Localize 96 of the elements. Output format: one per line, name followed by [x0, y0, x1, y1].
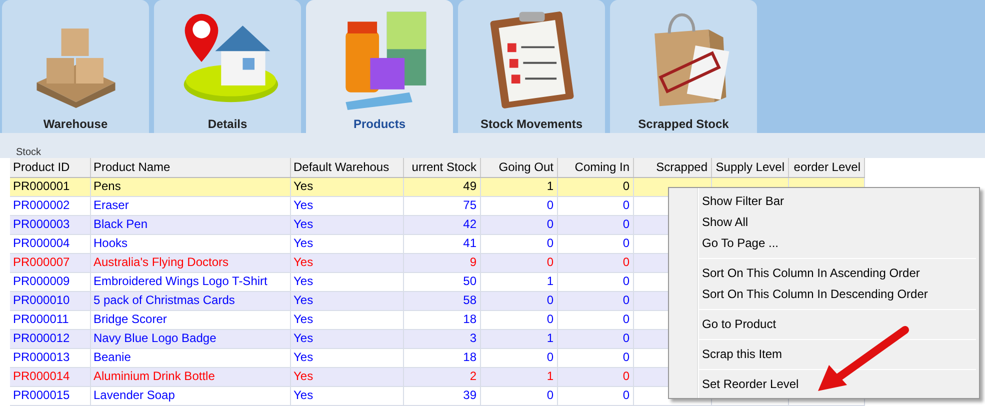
table-cell: 0 [557, 234, 633, 253]
tab[interactable]: Details [154, 0, 301, 133]
table-cell: 18 [403, 348, 480, 367]
table-cell: 0 [557, 253, 633, 272]
table-cell: 49 [403, 177, 480, 196]
column-header[interactable]: urrent Stock [403, 158, 480, 177]
table-cell: 58 [403, 291, 480, 310]
tab[interactable]: Stock Movements [458, 0, 605, 133]
table-cell: 1 [480, 272, 557, 291]
table-cell: Yes [290, 234, 403, 253]
table-cell: Hooks [90, 234, 290, 253]
table-cell: 2 [403, 367, 480, 386]
table-cell: 0 [557, 329, 633, 348]
table-cell: Australia's Flying Doctors [90, 253, 290, 272]
table-cell: PR000010 [10, 291, 90, 310]
column-header[interactable]: Product ID [10, 158, 90, 177]
menu-item[interactable]: Go To Page ... [669, 233, 778, 254]
table-cell: 0 [480, 348, 557, 367]
table-cell: PR000013 [10, 348, 90, 367]
table-cell: 1 [480, 177, 557, 196]
menu-item[interactable]: Go to Product [669, 314, 776, 335]
tab[interactable]: Products [306, 0, 453, 133]
table-cell: PR000015 [10, 386, 90, 405]
table-cell: Yes [290, 348, 403, 367]
table-cell: PR000014 [10, 367, 90, 386]
table-cell: Black Pen [90, 215, 290, 234]
table-cell: 3 [403, 329, 480, 348]
table-cell: Yes [290, 310, 403, 329]
table-cell: 0 [557, 310, 633, 329]
table-cell: 0 [557, 272, 633, 291]
table-cell: Yes [290, 291, 403, 310]
table-cell: Aluminium Drink Bottle [90, 367, 290, 386]
table-cell: PR000011 [10, 310, 90, 329]
column-header[interactable]: Scrapped [633, 158, 711, 177]
column-header[interactable]: Default Warehous [290, 158, 403, 177]
menu-item[interactable]: Set Reorder Level [669, 374, 799, 395]
table-cell: PR000002 [10, 196, 90, 215]
arrow-icon [815, 325, 910, 393]
table-cell: Yes [290, 329, 403, 348]
table-cell: PR000009 [10, 272, 90, 291]
menu-item[interactable]: Sort On This Column In Descending Order [669, 284, 928, 305]
table-cell: PR000004 [10, 234, 90, 253]
table-cell: 0 [557, 196, 633, 215]
table-cell: 41 [403, 234, 480, 253]
menu-item[interactable]: Sort On This Column In Ascending Order [669, 263, 920, 284]
table-cell: 0 [480, 386, 557, 405]
table-cell: Lavender Soap [90, 386, 290, 405]
table-cell: Yes [290, 272, 403, 291]
table-cell: 0 [480, 291, 557, 310]
table-cell: Yes [290, 253, 403, 272]
table-cell: 0 [480, 234, 557, 253]
menu-item[interactable]: Show All [669, 212, 748, 233]
table-cell: Pens [90, 177, 290, 196]
table-cell: Beanie [90, 348, 290, 367]
tab[interactable]: Scrapped Stock [610, 0, 757, 133]
table-cell: 0 [557, 386, 633, 405]
column-header[interactable]: Product Name [90, 158, 290, 177]
table-cell: 0 [480, 196, 557, 215]
table-cell: 0 [480, 253, 557, 272]
column-header[interactable]: Going Out [480, 158, 557, 177]
menu-item[interactable]: Show Filter Bar [669, 191, 784, 212]
table-cell: 18 [403, 310, 480, 329]
table-cell: Navy Blue Logo Badge [90, 329, 290, 348]
table-cell: Yes [290, 177, 403, 196]
table-cell: 5 pack of Christmas Cards [90, 291, 290, 310]
table-cell: Embroidered Wings Logo T-Shirt [90, 272, 290, 291]
table-cell: 50 [403, 272, 480, 291]
table-cell: 0 [557, 348, 633, 367]
table-cell: 39 [403, 386, 480, 405]
table-cell: PR000012 [10, 329, 90, 348]
table-cell: 1 [480, 367, 557, 386]
table-cell: 0 [557, 291, 633, 310]
table-cell: PR000007 [10, 253, 90, 272]
table-cell: 0 [557, 177, 633, 196]
table-cell: Yes [290, 215, 403, 234]
table-cell: PR000003 [10, 215, 90, 234]
table-cell: 42 [403, 215, 480, 234]
table-cell: 75 [403, 196, 480, 215]
section-title: Stock [16, 147, 42, 158]
table-cell: 0 [480, 215, 557, 234]
table-cell: Eraser [90, 196, 290, 215]
table-cell: 0 [557, 367, 633, 386]
table-cell: 1 [480, 329, 557, 348]
table-cell: PR000001 [10, 177, 90, 196]
table-cell: Yes [290, 386, 403, 405]
tab[interactable]: Warehouse [2, 0, 149, 133]
table-cell: Yes [290, 367, 403, 386]
table-cell: 9 [403, 253, 480, 272]
menu-item[interactable]: Scrap this Item [669, 344, 782, 365]
column-header[interactable]: Supply Level [711, 158, 788, 177]
table-cell: Bridge Scorer [90, 310, 290, 329]
column-header[interactable]: eorder Level [788, 158, 864, 177]
table-cell: Yes [290, 196, 403, 215]
table-cell: 0 [480, 310, 557, 329]
column-header[interactable]: Coming In [557, 158, 633, 177]
table-cell: 0 [557, 215, 633, 234]
